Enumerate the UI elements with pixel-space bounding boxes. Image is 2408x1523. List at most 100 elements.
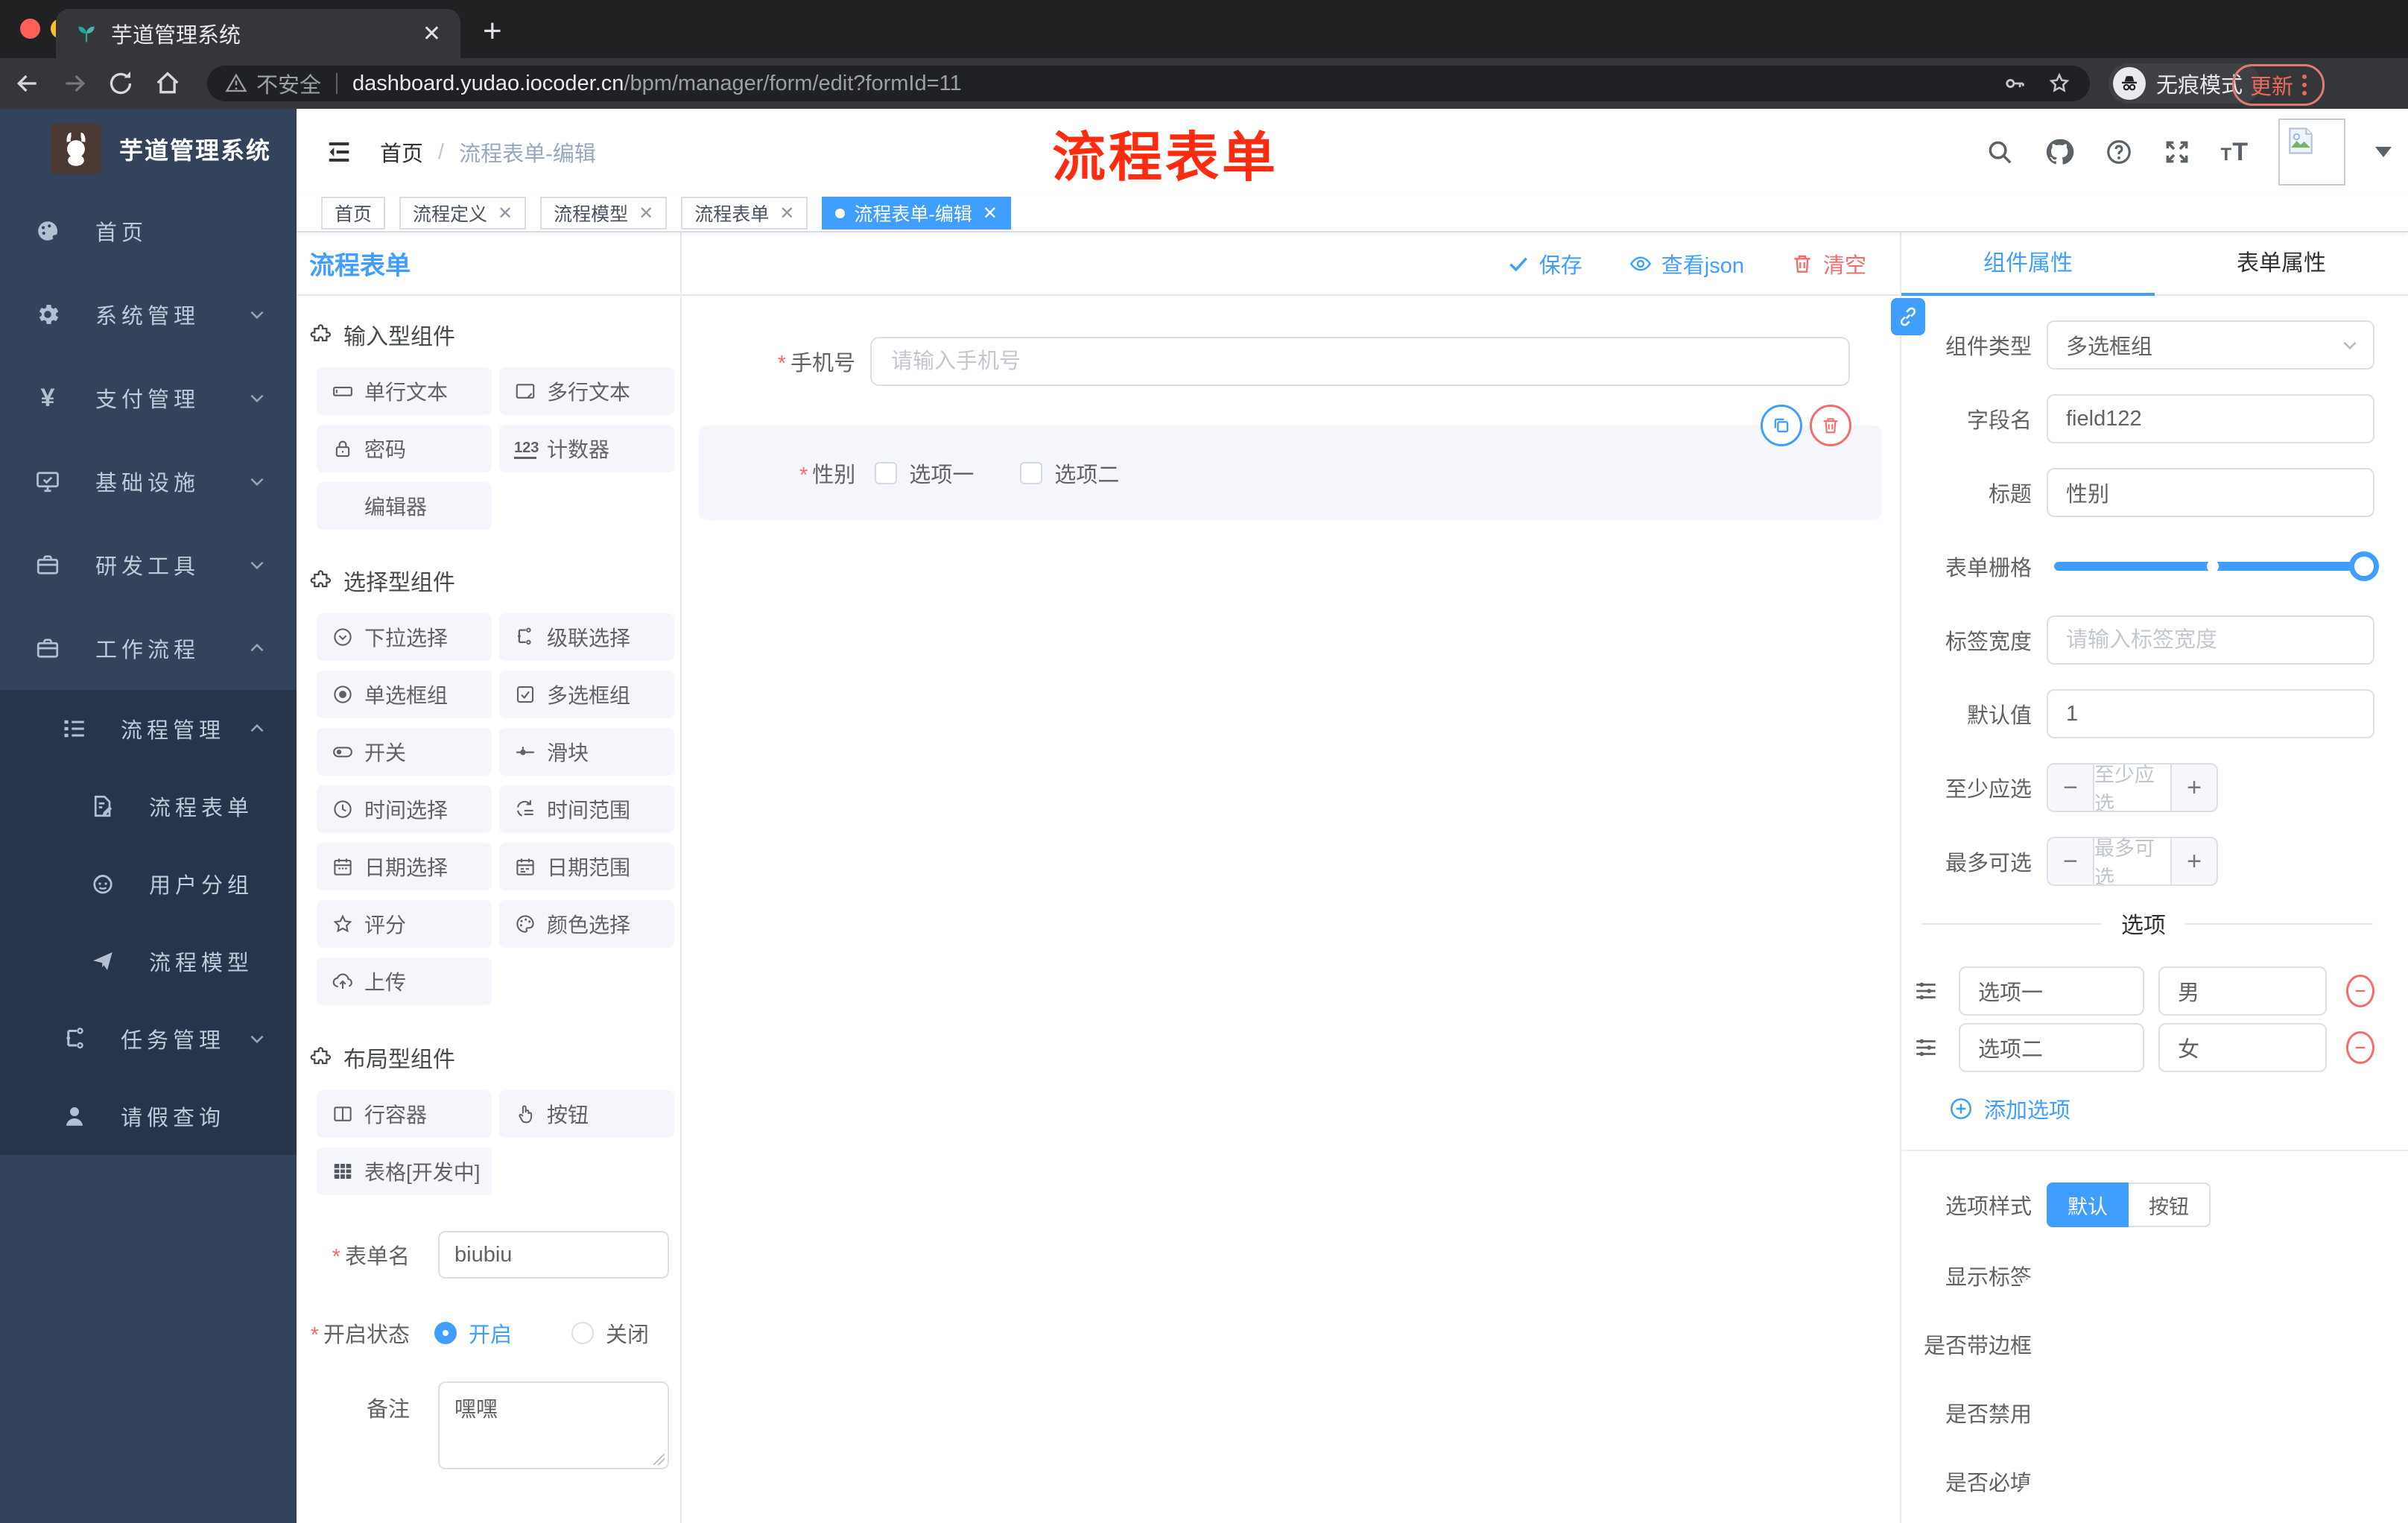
reload-icon[interactable] xyxy=(106,69,136,98)
tab-close-icon[interactable]: ✕ xyxy=(422,21,441,47)
title-input[interactable] xyxy=(2047,468,2374,517)
sidebar-item-infrastructure[interactable]: 基础设施 xyxy=(0,440,297,523)
canvas-field-phone[interactable]: * 手机号 xyxy=(682,337,1900,386)
sidebar-item-process-model[interactable]: 流程模型 xyxy=(0,922,297,1000)
status-off-label[interactable]: 关闭 xyxy=(606,1317,649,1349)
status-on-radio[interactable] xyxy=(434,1322,457,1344)
sidebar-item-process-form[interactable]: 流程表单 xyxy=(0,767,297,845)
sidebar-item-user-group[interactable]: 用户分组 xyxy=(0,845,297,922)
new-tab-button[interactable]: + xyxy=(483,15,502,48)
chip-password[interactable]: 密码 xyxy=(317,425,492,472)
slider-handle[interactable] xyxy=(2349,551,2379,581)
delete-component-button[interactable] xyxy=(1810,405,1851,446)
duplicate-component-button[interactable] xyxy=(1761,405,1802,446)
tag-process-model[interactable]: 流程模型 ✕ xyxy=(540,197,668,229)
tab-form-properties[interactable]: 表单属性 xyxy=(2155,232,2408,294)
option2-value-input[interactable] xyxy=(2158,1023,2327,1072)
view-json-button[interactable]: 查看json xyxy=(1629,248,1744,279)
tag-process-form[interactable]: 流程表单 ✕ xyxy=(681,197,808,229)
sidebar-logo[interactable]: 芋道管理系统 xyxy=(0,109,297,189)
remove-option-button[interactable] xyxy=(2346,1031,2374,1064)
chip-row-container[interactable]: 行容器 xyxy=(317,1090,492,1138)
tag-process-definition[interactable]: 流程定义 ✕ xyxy=(399,197,527,229)
address-bar[interactable]: 不安全 dashboard.yudao.iocoder.cn/bpm/manag… xyxy=(207,66,2090,101)
sidebar-item-workflow[interactable]: 工作流程 xyxy=(0,607,297,690)
gender-option1-checkbox[interactable] xyxy=(875,461,898,484)
tag-close-icon[interactable]: ✕ xyxy=(779,203,794,224)
field-name-input[interactable] xyxy=(2047,394,2374,443)
max-select-value[interactable]: 最多可选 xyxy=(2093,838,2172,884)
plus-button[interactable]: + xyxy=(2172,838,2217,884)
gender-option2-label[interactable]: 选项二 xyxy=(1054,457,1119,489)
search-icon[interactable] xyxy=(1986,138,2014,166)
phone-input[interactable] xyxy=(870,337,1850,386)
chip-switch[interactable]: 开关 xyxy=(317,728,492,776)
plus-button[interactable]: + xyxy=(2172,764,2217,811)
chip-time-range[interactable]: 时间范围 xyxy=(499,785,674,833)
minus-button[interactable]: − xyxy=(2048,764,2093,811)
forward-icon[interactable] xyxy=(60,69,89,98)
component-type-value[interactable] xyxy=(2047,320,2374,370)
style-button-button[interactable]: 按钮 xyxy=(2129,1182,2211,1227)
chip-slider[interactable]: 滑块 xyxy=(499,728,674,776)
sidebar-item-home[interactable]: 首页 xyxy=(0,189,297,273)
sidebar-item-process-management[interactable]: 流程管理 xyxy=(0,690,297,767)
add-option-button[interactable]: 添加选项 xyxy=(1948,1093,2374,1124)
back-icon[interactable] xyxy=(13,69,42,98)
min-select-value[interactable]: 至少应选 xyxy=(2093,764,2172,811)
gender-option2-checkbox[interactable] xyxy=(1020,461,1043,484)
gender-option1-label[interactable]: 选项一 xyxy=(909,457,974,489)
form-remark-textarea[interactable]: 嘿嘿 xyxy=(438,1381,669,1469)
drag-handle-icon[interactable] xyxy=(1913,978,1939,1004)
label-width-input[interactable] xyxy=(2047,615,2374,665)
status-on-label[interactable]: 开启 xyxy=(469,1317,512,1349)
browser-menu-icon[interactable] xyxy=(2302,75,2307,95)
chip-rate[interactable]: 评分 xyxy=(317,900,492,948)
breadcrumb-home[interactable]: 首页 xyxy=(380,136,423,168)
save-button[interactable]: 保存 xyxy=(1506,248,1582,279)
minus-button[interactable]: − xyxy=(2048,838,2093,884)
chip-multi-line-text[interactable]: 多行文本 xyxy=(499,367,674,415)
bookmark-star-icon[interactable] xyxy=(2047,71,2072,96)
tag-home[interactable]: 首页 xyxy=(321,197,386,229)
sidebar-item-payment[interactable]: ¥ 支付管理 xyxy=(0,356,297,440)
drag-handle-icon[interactable] xyxy=(1913,1035,1939,1060)
chip-checkbox-group[interactable]: 多选框组 xyxy=(499,671,674,718)
chip-radio-group[interactable]: 单选框组 xyxy=(317,671,492,718)
style-default-button[interactable]: 默认 xyxy=(2047,1182,2129,1227)
window-close-button[interactable] xyxy=(20,19,40,39)
sidebar-item-dev-tools[interactable]: 研发工具 xyxy=(0,523,297,607)
clear-button[interactable]: 清空 xyxy=(1790,248,1866,279)
chip-editor[interactable]: 编辑器 xyxy=(317,482,492,530)
chip-date-range[interactable]: 日期范围 xyxy=(499,843,674,890)
sidebar-collapse-icon[interactable] xyxy=(323,137,355,167)
help-icon[interactable] xyxy=(2105,138,2133,166)
fullscreen-icon[interactable] xyxy=(2163,138,2191,166)
chip-color-picker[interactable]: 颜色选择 xyxy=(499,900,674,948)
link-tag[interactable] xyxy=(1891,298,1925,335)
option2-label-input[interactable] xyxy=(1959,1023,2144,1072)
sidebar-item-task-management[interactable]: 任务管理 xyxy=(0,1000,297,1077)
chip-upload[interactable]: 上传 xyxy=(317,957,492,1005)
tag-close-icon[interactable]: ✕ xyxy=(639,203,653,224)
browser-update-button[interactable]: 更新 xyxy=(2232,64,2325,106)
chip-table[interactable]: 表格[开发中] xyxy=(317,1147,492,1195)
chip-single-line-text[interactable]: 单行文本 xyxy=(317,367,492,415)
chip-select[interactable]: 下拉选择 xyxy=(317,613,492,661)
chip-time-picker[interactable]: 时间选择 xyxy=(317,785,492,833)
form-name-input[interactable] xyxy=(438,1231,669,1279)
component-type-select[interactable] xyxy=(2047,320,2374,370)
option1-label-input[interactable] xyxy=(1959,966,2144,1016)
caret-down-icon[interactable] xyxy=(2375,147,2392,157)
home-icon[interactable] xyxy=(153,69,183,98)
form-grid-slider[interactable] xyxy=(2047,542,2379,591)
github-icon[interactable] xyxy=(2044,136,2075,168)
chip-button[interactable]: 按钮 xyxy=(499,1090,674,1138)
chip-cascader[interactable]: 级联选择 xyxy=(499,613,674,661)
tag-close-icon[interactable]: ✕ xyxy=(983,203,998,224)
sidebar-item-leave-query[interactable]: 请假查询 xyxy=(0,1077,297,1155)
tag-process-form-edit[interactable]: 流程表单-编辑 ✕ xyxy=(822,197,1011,229)
sidebar-item-system[interactable]: 系统管理 xyxy=(0,273,297,356)
avatar[interactable] xyxy=(2278,118,2345,186)
tab-component-properties[interactable]: 组件属性 xyxy=(1901,232,2155,296)
